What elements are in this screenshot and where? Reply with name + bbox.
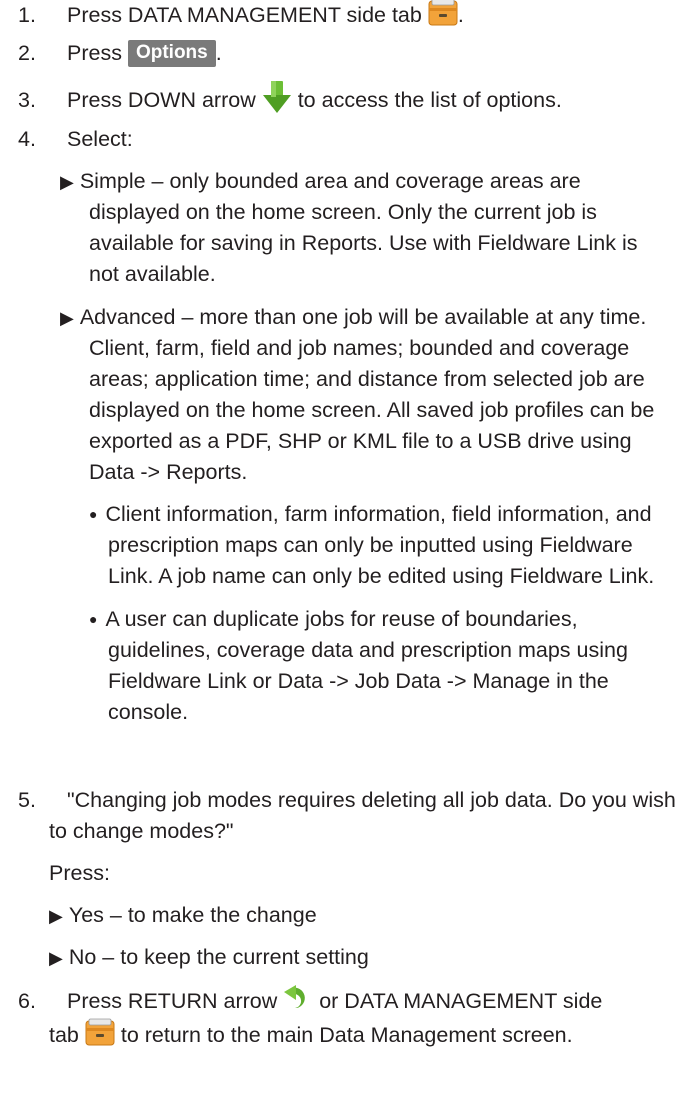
option-advanced-line: ▶ Advanced – more than one job will be av… [60,305,647,329]
option-advanced-line: areas; application time; and distance fr… [89,367,645,391]
step-4: 4. Select: [18,127,133,151]
sub-bullet-line: Link. A job name can only be edited usin… [108,564,655,588]
option-advanced-line: Data -> Reports. [89,460,248,484]
sub-bullet-line: ● Client information, farm information, f… [89,502,652,526]
option-simple-line: ▶ Simple – only bounded area and coverage… [60,169,581,193]
step-5-line: to change modes?" [49,819,234,843]
sub-bullet-line: prescription maps can only be inputted u… [108,533,633,557]
option-yes: ▶ Yes – to make the change [49,903,317,927]
step-2: 2. Press Options. [18,40,222,67]
triangle-bullet-icon: ▶ [49,906,63,926]
dot-bullet-icon: ● [89,506,98,522]
option-no: ▶ No – to keep the current setting [49,945,369,969]
sub-bullet-line: console. [108,700,189,724]
triangle-bullet-icon: ▶ [60,308,74,328]
return-arrow-icon [283,984,313,1021]
down-arrow-icon [262,80,292,123]
option-advanced-line: displayed on the home screen. All saved … [89,398,655,422]
dot-bullet-icon: ● [89,611,98,627]
option-simple-line: displayed on the home screen. Only the c… [89,200,597,224]
sub-bullet-line: guidelines, coverage data and prescripti… [108,638,628,662]
option-advanced-line: Client, farm, field and job names; bound… [89,336,630,360]
step-1: 1. Press DATA MANAGEMENT side tab . [0,0,464,35]
options-button[interactable]: Options [127,40,216,67]
data-management-tab-icon [85,1018,115,1055]
step-5-line: 5. "Changing job modes requires deleting … [18,788,676,812]
step-3: 3. Press DOWN arrow to access the list of… [0,80,562,123]
option-simple-line: available for saving in Reports. Use wit… [89,231,638,255]
data-management-tab-icon [428,0,458,35]
triangle-bullet-icon: ▶ [49,948,63,968]
option-simple-line: not available. [89,262,216,286]
sub-bullet-line: ● A user can duplicate jobs for reuse of … [89,607,578,631]
step-6-line: tab to return to the main Data Managemen… [49,1018,573,1055]
step-5-press: Press: [49,861,110,885]
option-advanced-line: exported as a PDF, SHP or KML file to a … [89,429,632,453]
step-6-line: 6. Press RETURN arrow or DATA MANAGEMENT … [0,984,602,1021]
triangle-bullet-icon: ▶ [60,172,74,192]
sub-bullet-line: Fieldware Link or Data -> Job Data -> Ma… [108,669,609,693]
